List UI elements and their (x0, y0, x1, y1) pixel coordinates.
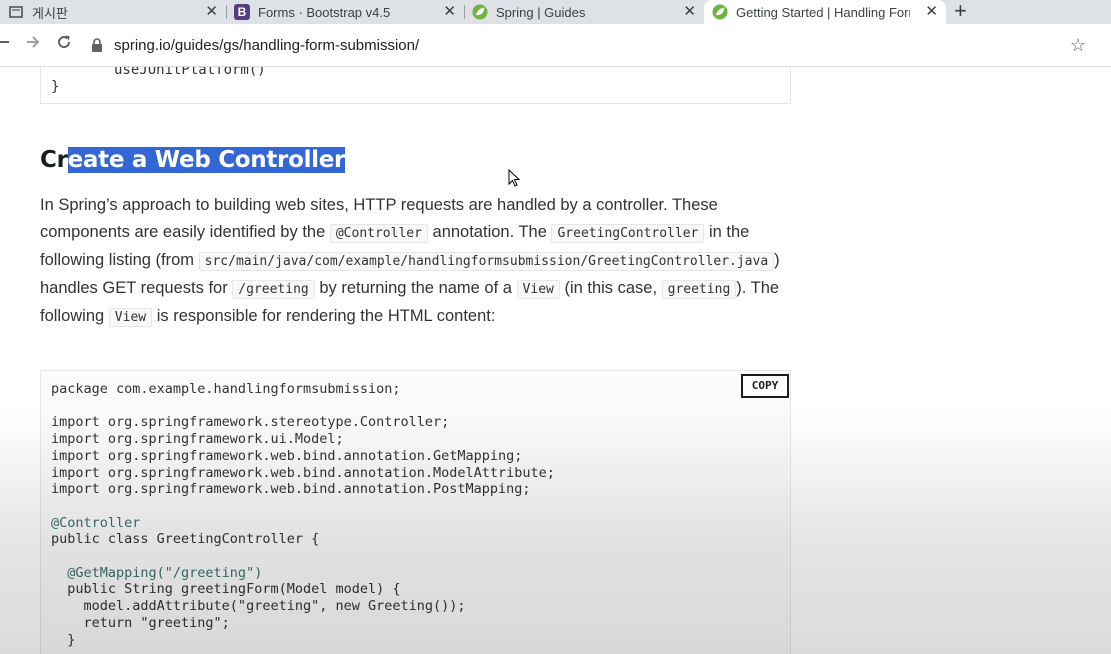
code-block: package com.example.handlingformsubmissi… (40, 370, 791, 654)
heading-selected-text: eate a Web Controller (67, 147, 346, 173)
mouse-cursor-icon (508, 169, 521, 187)
code-line: useJUnitPlatform() (114, 67, 266, 78)
code-line: @Controller (51, 514, 141, 531)
forward-icon[interactable] (26, 34, 40, 55)
code-line: import org.springframework.ui.Model; (51, 431, 344, 448)
tab-board[interactable]: 게시판 ✕ (0, 0, 226, 24)
copy-button[interactable]: COPY (741, 374, 789, 398)
tab-title: Spring | Guides (496, 4, 586, 20)
close-tab-icon[interactable]: ✕ (205, 3, 218, 21)
tab-strip: 게시판 ✕ B Forms · Bootstrap v4.5 ✕ Spring … (0, 0, 1111, 24)
inline-code: GreetingController (551, 224, 705, 243)
code-line: model.addAttribute("greeting", new Greet… (51, 598, 466, 615)
tab-spring-guides[interactable]: Spring | Guides ✕ (464, 0, 704, 24)
heading-prefix: Cr (40, 147, 68, 173)
tab-title: 게시판 (32, 5, 68, 21)
url-text[interactable]: spring.io/guides/gs/handling-form-submis… (114, 37, 419, 54)
reload-icon[interactable] (56, 34, 72, 55)
tab-title: Forms · Bootstrap v4.5 (258, 4, 391, 20)
code-line: } (51, 79, 60, 95)
inline-code: View (516, 280, 560, 299)
code-line: return "greeting"; (51, 614, 230, 631)
code-line: @GetMapping("/greeting") (51, 564, 263, 581)
inline-code: /greeting (232, 280, 315, 299)
new-tab-icon[interactable]: + (954, 0, 967, 22)
tab-handling-form-active[interactable]: Getting Started | Handling Form ✕ (704, 0, 946, 24)
intro-paragraph: In Spring’s approach to building web sit… (40, 196, 780, 327)
previous-code-block: useJUnitPlatform() } (40, 67, 791, 104)
code-line: import org.springframework.web.bind.anno… (51, 447, 523, 464)
lock-icon[interactable] (90, 38, 104, 52)
browser-toolbar: spring.io/guides/gs/handling-form-submis… (0, 24, 1111, 67)
bootstrap-favicon-icon: B (234, 4, 250, 20)
code-line: import org.springframework.web.bind.anno… (51, 481, 531, 498)
close-tab-icon[interactable]: ✕ (443, 3, 456, 21)
inline-code: greeting (661, 280, 737, 299)
code-line: public String greetingForm(Model model) … (51, 581, 401, 598)
spring-favicon-icon (712, 4, 728, 20)
close-tab-icon[interactable]: ✕ (683, 3, 696, 21)
code-line: } (51, 631, 76, 648)
code-line: import org.springframework.web.bind.anno… (51, 464, 555, 481)
code-line: import org.springframework.stereotype.Co… (51, 414, 450, 431)
close-tab-icon[interactable]: ✕ (925, 3, 938, 21)
spring-favicon-icon (472, 4, 488, 20)
code-line: public class GreetingController { (51, 531, 320, 548)
inline-code: View (108, 308, 153, 327)
code-line: package com.example.handlingformsubmissi… (51, 381, 401, 397)
tab-bootstrap-forms[interactable]: B Forms · Bootstrap v4.5 ✕ (226, 0, 464, 24)
back-icon[interactable] (0, 34, 10, 55)
address-bar[interactable]: spring.io/guides/gs/handling-form-submis… (84, 31, 1100, 59)
bookmark-star-icon[interactable]: ☆ (1070, 35, 1086, 56)
code-listing: package com.example.handlingformsubmissi… (51, 381, 555, 648)
inline-code: src/main/java/com/example/handlingformsu… (198, 252, 775, 271)
tab-title: Getting Started | Handling Form (736, 4, 910, 20)
page-content: useJUnitPlatform() } Create a Web Contro… (0, 67, 1111, 654)
section-heading: Create a Web Controller (40, 147, 345, 173)
board-favicon-icon (8, 4, 24, 20)
inline-code: @Controller (329, 224, 428, 243)
